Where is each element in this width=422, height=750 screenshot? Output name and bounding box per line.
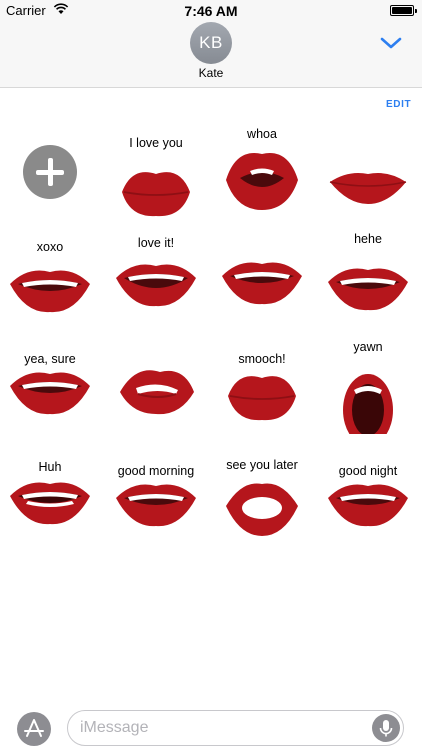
sticker-7[interactable] bbox=[212, 226, 312, 326]
sticker-caption: love it! bbox=[137, 236, 175, 250]
sticker-caption: good night bbox=[338, 464, 398, 478]
contact-name[interactable]: Kate bbox=[0, 66, 422, 80]
status-bar: Carrier 7:46 AM bbox=[0, 0, 422, 22]
sticker-3[interactable]: whoa bbox=[212, 118, 312, 218]
lips-closed-icon bbox=[329, 173, 407, 204]
message-input-field[interactable] bbox=[67, 710, 404, 746]
sticker-caption: yawn bbox=[353, 340, 383, 354]
sticker-caption: Huh bbox=[38, 460, 62, 474]
sticker-caption: see you later bbox=[226, 458, 298, 472]
lips-smile-icon bbox=[116, 484, 196, 527]
lips-grin-icon bbox=[328, 484, 408, 527]
sticker-9[interactable]: yea, sure bbox=[0, 334, 100, 434]
chevron-down-icon[interactable] bbox=[380, 36, 402, 50]
lips-bite-icon bbox=[120, 370, 194, 415]
sticker-4[interactable] bbox=[318, 118, 418, 218]
sticker-6[interactable]: love it! bbox=[106, 226, 206, 326]
sticker-8[interactable]: hehe bbox=[318, 226, 418, 326]
sticker-caption: yea, sure bbox=[24, 352, 76, 366]
lips-pucker-icon bbox=[228, 376, 296, 421]
sticker-13[interactable]: Huh bbox=[0, 442, 100, 542]
lips-smirk-icon bbox=[10, 372, 90, 415]
sticker-15[interactable]: see you later bbox=[212, 442, 312, 542]
lips-o-icon bbox=[226, 483, 298, 536]
lips-kiss-icon bbox=[122, 172, 190, 217]
app-store-icon[interactable] bbox=[17, 712, 51, 746]
app-store-glyph bbox=[24, 719, 44, 737]
sticker-caption: good morning bbox=[117, 464, 195, 478]
avatar[interactable]: KB bbox=[190, 22, 232, 64]
sticker-caption: I love you bbox=[129, 136, 183, 150]
sticker-11[interactable]: smooch! bbox=[212, 334, 312, 434]
lips-smile-icon bbox=[222, 262, 302, 305]
sticker-caption: smooch! bbox=[238, 352, 286, 366]
sticker-14[interactable]: good morning bbox=[106, 442, 206, 542]
sticker-10[interactable] bbox=[106, 334, 206, 434]
conversation-header: Carrier 7:46 AM KB Kate bbox=[0, 0, 422, 88]
clock: 7:46 AM bbox=[184, 3, 238, 19]
mic-glyph bbox=[379, 720, 393, 737]
add-sticker-button[interactable] bbox=[23, 145, 77, 199]
edit-button[interactable]: EDIT bbox=[386, 99, 411, 110]
sticker-2[interactable]: I love you bbox=[106, 118, 206, 218]
sticker-12[interactable]: yawn bbox=[318, 334, 418, 434]
sticker-grid: I love you whoa xoxo love it! hehe yea, sure s… bbox=[0, 118, 422, 548]
message-composer bbox=[0, 700, 422, 750]
sticker-5[interactable]: xoxo bbox=[0, 226, 100, 326]
sticker-caption: xoxo bbox=[36, 240, 64, 254]
lips-open-teeth-icon bbox=[10, 482, 90, 525]
battery-icon bbox=[390, 5, 417, 16]
microphone-icon[interactable] bbox=[372, 714, 400, 742]
sticker-caption: hehe bbox=[354, 232, 382, 246]
message-input[interactable] bbox=[80, 711, 360, 745]
sticker-16[interactable]: good night bbox=[318, 442, 418, 542]
sticker-caption: whoa bbox=[247, 127, 277, 141]
imessage-sticker-screen: Carrier 7:46 AM KB Kate EDIT I love you w… bbox=[0, 0, 422, 750]
plus-icon-stem bbox=[48, 158, 53, 186]
